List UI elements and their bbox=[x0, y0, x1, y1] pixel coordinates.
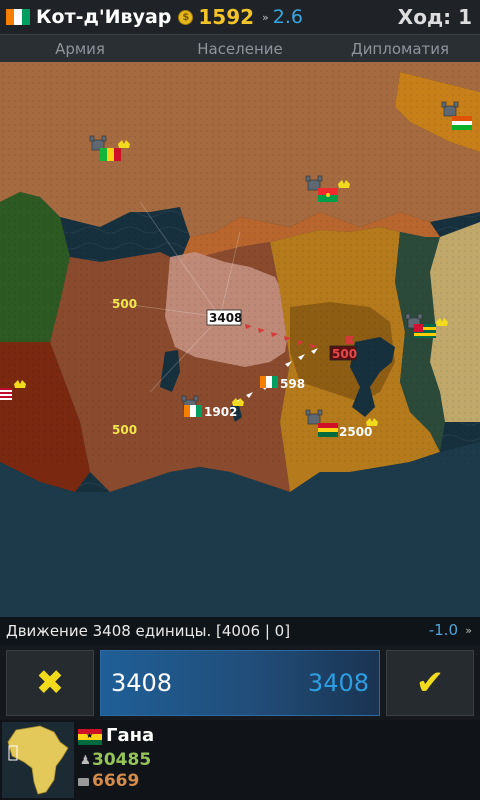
gold-amount: 1592 bbox=[198, 5, 255, 29]
close-icon: ✖ bbox=[35, 663, 65, 703]
flag-mali-icon bbox=[100, 148, 121, 161]
population-icon: ♟ bbox=[80, 753, 91, 767]
money-icon bbox=[78, 778, 89, 786]
army-label[interactable]: 500 bbox=[112, 297, 137, 311]
minimap[interactable] bbox=[2, 722, 74, 798]
main-tabs: Армия Население Дипломатия bbox=[0, 34, 480, 63]
army-label[interactable]: 2500 bbox=[339, 425, 372, 439]
flag-togo-icon bbox=[414, 324, 436, 338]
army-label[interactable]: 1902 bbox=[204, 405, 237, 419]
army-label-enemy[interactable]: 500 bbox=[332, 347, 357, 361]
tab-diplomacy[interactable]: Дипломатия bbox=[320, 35, 480, 63]
world-map[interactable] bbox=[0, 62, 480, 617]
move-status-value: -1.0 bbox=[428, 621, 458, 639]
flag-cote-divoire-icon bbox=[184, 405, 202, 417]
turn-counter: Ход: 1 bbox=[397, 5, 472, 29]
population-value: 30485 bbox=[92, 750, 152, 770]
move-controls: ✖ 3408 3408 ✔ bbox=[0, 646, 480, 720]
check-icon: ✔ bbox=[415, 663, 445, 703]
amount-max: 3408 bbox=[307, 669, 369, 697]
gold-income: 2.6 bbox=[272, 6, 303, 28]
country-gold-value: 6669 bbox=[92, 771, 140, 791]
flag-cote-divoire-icon bbox=[260, 376, 278, 388]
top-bar: Кот-д'Ивуар $ 1592 » 2.6 Ход: 1 bbox=[0, 0, 480, 34]
flag-liberia-icon bbox=[0, 388, 12, 400]
flag-niger-icon bbox=[452, 116, 472, 130]
status-bar: Движение 3408 единицы. [4006 | 0] -1.0 » bbox=[0, 617, 480, 645]
confirm-button[interactable]: ✔ bbox=[386, 650, 474, 716]
country-info-bar: ★ Гана ♟ 30485 6669 bbox=[0, 720, 480, 800]
army-label-selected[interactable]: 3408 bbox=[209, 311, 242, 325]
gold-coin-icon: $ bbox=[178, 9, 194, 25]
army-label[interactable]: 598 bbox=[280, 377, 305, 391]
move-status-text: Движение 3408 единицы. [4006 | 0] bbox=[6, 622, 291, 640]
tab-population[interactable]: Население bbox=[160, 35, 320, 63]
star-icon: ★ bbox=[86, 731, 94, 740]
player-flag-icon bbox=[6, 9, 30, 25]
player-country-name: Кот-д'Ивуар bbox=[36, 6, 172, 28]
income-arrow-icon: » bbox=[262, 10, 269, 24]
country-name: Гана bbox=[106, 725, 155, 746]
army-label[interactable]: 500 bbox=[112, 423, 137, 437]
flag-burkina-icon bbox=[318, 188, 338, 202]
amount-slider[interactable]: 3408 3408 bbox=[100, 650, 380, 716]
status-arrow-icon: » bbox=[465, 624, 472, 637]
cancel-button[interactable]: ✖ bbox=[6, 650, 94, 716]
tab-army[interactable]: Армия bbox=[0, 35, 160, 63]
amount-value: 3408 bbox=[111, 669, 173, 697]
flag-ghana-icon bbox=[318, 423, 338, 437]
